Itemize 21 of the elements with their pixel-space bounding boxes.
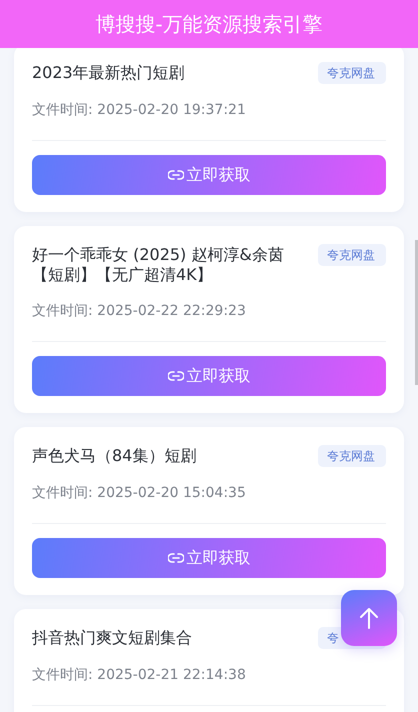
get-link-button[interactable]: 立即获取 <box>32 155 386 195</box>
result-title: 抖音热门爽文短剧集合 <box>32 628 192 648</box>
source-tag: 夸克网盘 <box>318 445 386 467</box>
link-icon <box>168 371 184 381</box>
app-title: 博搜搜-万能资源搜索引擎 <box>95 10 323 38</box>
file-time: 文件时间: 2025-02-20 19:37:21 <box>32 101 247 120</box>
up-arrow-icon <box>359 607 379 629</box>
link-icon <box>168 553 184 563</box>
file-time: 文件时间: 2025-02-22 22:29:23 <box>32 302 247 321</box>
link-icon <box>168 170 184 180</box>
scrollbar[interactable] <box>415 240 418 385</box>
result-title: 2023年最新热门短剧 <box>32 63 185 83</box>
result-title: 声色犬马（84集）短剧 <box>32 446 196 466</box>
file-time: 文件时间: 2025-02-21 22:14:38 <box>32 666 247 685</box>
source-tag: 夸克网盘 <box>318 62 386 84</box>
back-to-top-button[interactable] <box>341 590 397 646</box>
file-time: 文件时间: 2025-02-20 15:04:35 <box>32 484 247 503</box>
source-tag: 夸克网盘 <box>318 244 386 266</box>
result-title: 好一个乖乖女 (2025) 赵柯淳&余茵【短剧】【无广超清4K】 <box>32 245 285 285</box>
get-link-button[interactable]: 立即获取 <box>32 356 386 396</box>
get-link-button[interactable]: 立即获取 <box>32 538 386 578</box>
